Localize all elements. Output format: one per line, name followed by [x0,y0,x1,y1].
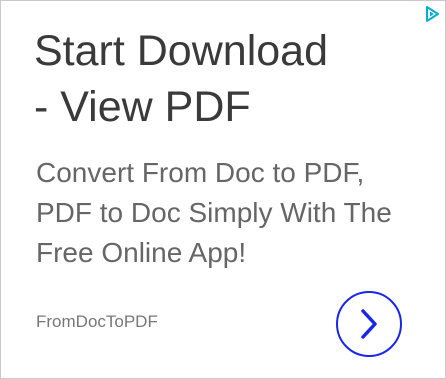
chevron-right-icon [361,309,377,339]
ad-banner[interactable]: Start Download - View PDF Convert From D… [0,0,446,379]
ad-description: Convert From Doc to PDF, PDF to Doc Simp… [36,153,441,273]
headline-line-1[interactable]: Start Download [34,23,394,79]
description-line-2: PDF to Doc Simply With The [36,197,392,228]
adchoices-icon[interactable] [423,5,441,23]
advertiser-name[interactable]: FromDocToPDF [36,311,158,333]
open-ad-button[interactable] [336,291,402,357]
description-line-3: Free Online App! [36,237,247,268]
description-line-1: Convert From Doc to PDF, [36,157,365,188]
headline-line-2[interactable]: - View PDF [34,79,394,135]
ad-headline[interactable]: Start Download - View PDF [34,23,394,135]
